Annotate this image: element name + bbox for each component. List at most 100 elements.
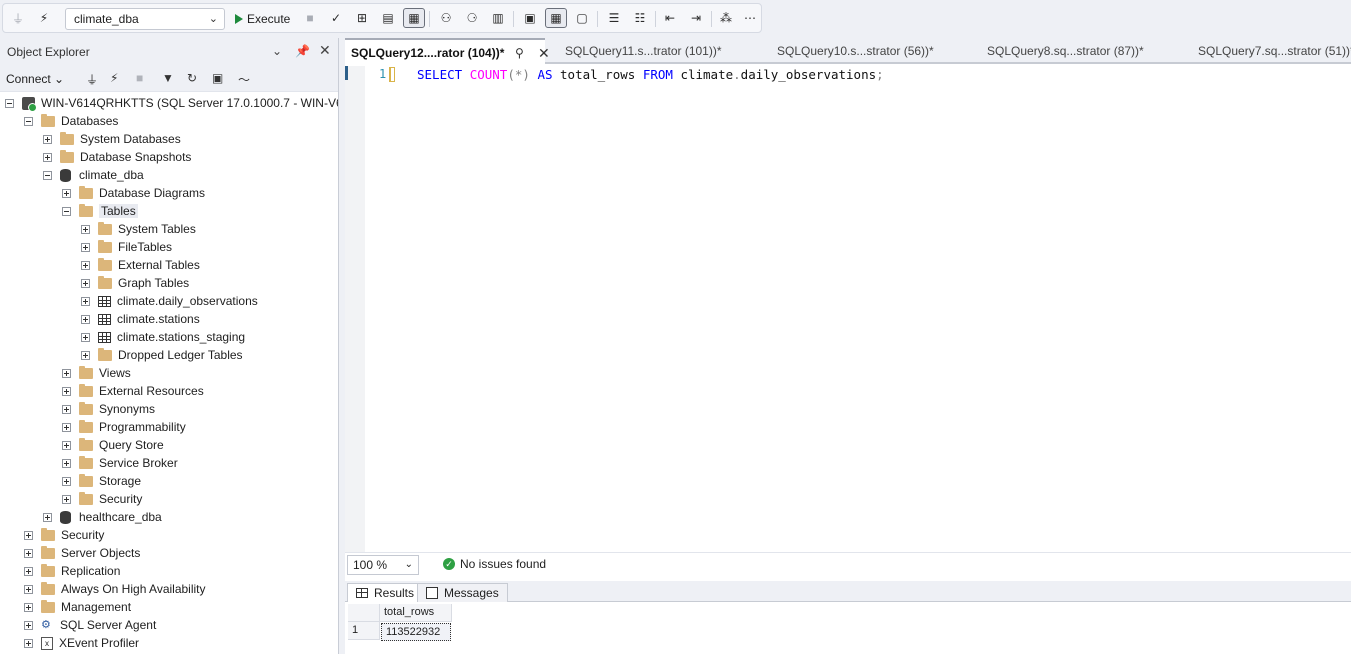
execute-button[interactable]: Execute [235,8,290,30]
grid-corner[interactable] [348,604,380,622]
expand-icon[interactable] [62,476,71,486]
disconnect-icon[interactable]: ⚡ [110,71,118,85]
expand-icon[interactable] [62,458,71,468]
live-stats-icon[interactable]: ⚆ [461,8,483,28]
tree-node[interactable]: Dropped Ledger Tables [81,346,243,364]
specify-values-icon[interactable]: ⁂ [715,8,737,28]
collapse-icon[interactable] [5,98,14,108]
expand-icon[interactable] [43,512,52,522]
disconnect-icon[interactable]: ⚡ [33,8,55,28]
client-stats-icon[interactable]: ▥ [487,8,509,28]
tab-results[interactable]: Results [347,583,424,602]
tree-node[interactable]: ⚙ SQL Server Agent [24,616,156,634]
expand-icon[interactable] [81,278,90,288]
more-icon[interactable]: ⋯ [739,8,761,28]
window-position-icon[interactable]: ⌄ [272,44,282,58]
tab-sqlquery10[interactable]: SQLQuery10.s...strator (56))* [771,38,971,64]
expand-icon[interactable] [24,602,33,612]
available-databases-select[interactable]: climate_dba ⌄ [65,8,225,30]
refresh-icon[interactable]: ↻ [187,71,197,85]
expand-icon[interactable] [24,638,33,648]
results-to-file-icon[interactable]: ▢ [571,8,593,28]
tree-node[interactable]: System Databases [43,130,181,148]
expand-icon[interactable] [81,242,90,252]
column-header[interactable]: total_rows [380,604,452,622]
tree-node[interactable]: x XEvent Profiler [24,634,139,652]
tree-node[interactable]: Programmability [62,418,186,436]
expand-icon[interactable] [24,584,33,594]
row-number[interactable]: 1 [348,622,380,640]
summary-icon[interactable]: ▣ [212,71,223,85]
tree-node[interactable]: Database Snapshots [43,148,191,166]
tree-node[interactable]: Tables [62,202,138,220]
tree-node[interactable]: Security [62,490,142,508]
indent-icon[interactable]: ⇥ [685,8,707,28]
tree-node[interactable]: WIN-V614QRHKTTS (SQL Server 17.0.1000.7 … [5,94,338,112]
connect-dropdown[interactable]: Connect ⌄ [6,72,64,86]
pin-icon[interactable]: 📌 [295,44,310,58]
pin-icon[interactable]: ⚲ [515,40,524,66]
tree-node[interactable]: Always On High Availability [24,580,206,598]
outdent-icon[interactable]: ⇤ [659,8,681,28]
expand-icon[interactable] [81,314,90,324]
collapse-icon[interactable] [24,116,33,126]
query-editor[interactable]: 1 SELECT COUNT(*) AS total_rows FROM cli… [345,66,1351,552]
stop-icon[interactable]: ■ [299,8,321,28]
zoom-select[interactable]: 100 % ⌄ [347,555,419,575]
tree-node[interactable]: Server Objects [24,544,140,562]
tree-node[interactable]: Databases [24,112,118,130]
collapse-icon[interactable] [62,206,71,216]
tree-node[interactable]: Graph Tables [81,274,189,292]
tab-sqlquery12[interactable]: SQLQuery12....rator (104))* ⚲ ✕ [345,38,550,66]
tree-node[interactable]: External Resources [62,382,204,400]
tab-messages[interactable]: Messages [417,583,508,602]
expand-icon[interactable] [43,152,52,162]
uncomment-icon[interactable]: ☷ [629,8,651,28]
tree-node[interactable]: Database Diagrams [62,184,205,202]
expand-icon[interactable] [81,296,90,306]
tab-sqlquery8[interactable]: SQLQuery8.sq...strator (87))* [981,38,1181,64]
expand-icon[interactable] [24,548,33,558]
expand-icon[interactable] [62,386,71,396]
expand-icon[interactable] [24,530,33,540]
tree-node[interactable]: Replication [24,562,120,580]
expand-icon[interactable] [62,188,71,198]
tab-sqlquery11[interactable]: SQLQuery11.s...trator (101))* [559,38,759,64]
tree-node[interactable]: Security [24,526,104,544]
tree-node[interactable]: Service Broker [62,454,178,472]
close-icon[interactable]: ✕ [319,42,331,59]
tree-node[interactable]: Synonyms [62,400,155,418]
tree-node[interactable]: System Tables [81,220,196,238]
parse-icon[interactable]: ✓ [325,8,347,28]
connect-icon[interactable]: ⏚ [86,71,98,88]
results-to-text-icon[interactable]: ▣ [519,8,541,28]
results-to-grid-icon[interactable]: ▦ [403,8,425,28]
close-icon[interactable]: ✕ [538,40,550,66]
tree-node[interactable]: Views [62,364,131,382]
tree-node[interactable]: climate_dba [43,166,144,184]
expand-icon[interactable] [24,566,33,576]
expand-icon[interactable] [62,494,71,504]
expand-icon[interactable] [62,440,71,450]
tree-node[interactable]: Storage [62,472,141,490]
expand-icon[interactable] [81,332,90,342]
issues-indicator[interactable]: ✓ No issues found [443,557,546,571]
collapse-icon[interactable] [43,170,52,180]
expand-icon[interactable] [81,260,90,270]
tree-node[interactable]: climate.stations_staging [81,328,245,346]
comment-icon[interactable]: ☰ [603,8,625,28]
expand-icon[interactable] [62,422,71,432]
tree-node[interactable]: Management [24,598,131,616]
tree-node[interactable]: FileTables [81,238,172,256]
tab-sqlquery7[interactable]: SQLQuery7.sq...strator (51))* [1192,38,1351,64]
expand-icon[interactable] [62,404,71,414]
stop-icon[interactable]: ■ [136,71,143,85]
tree-node[interactable]: healthcare_dba [43,508,162,526]
code-line[interactable]: SELECT COUNT(*) AS total_rows FROM clima… [417,67,884,82]
activity-monitor-icon[interactable]: 〜 [238,71,250,88]
include-plan-icon[interactable]: ⚇ [435,8,457,28]
tree-node[interactable]: climate.daily_observations [81,292,258,310]
expand-icon[interactable] [81,224,90,234]
filter-icon[interactable]: ▼ [162,71,174,85]
tree-node[interactable]: climate.stations [81,310,200,328]
